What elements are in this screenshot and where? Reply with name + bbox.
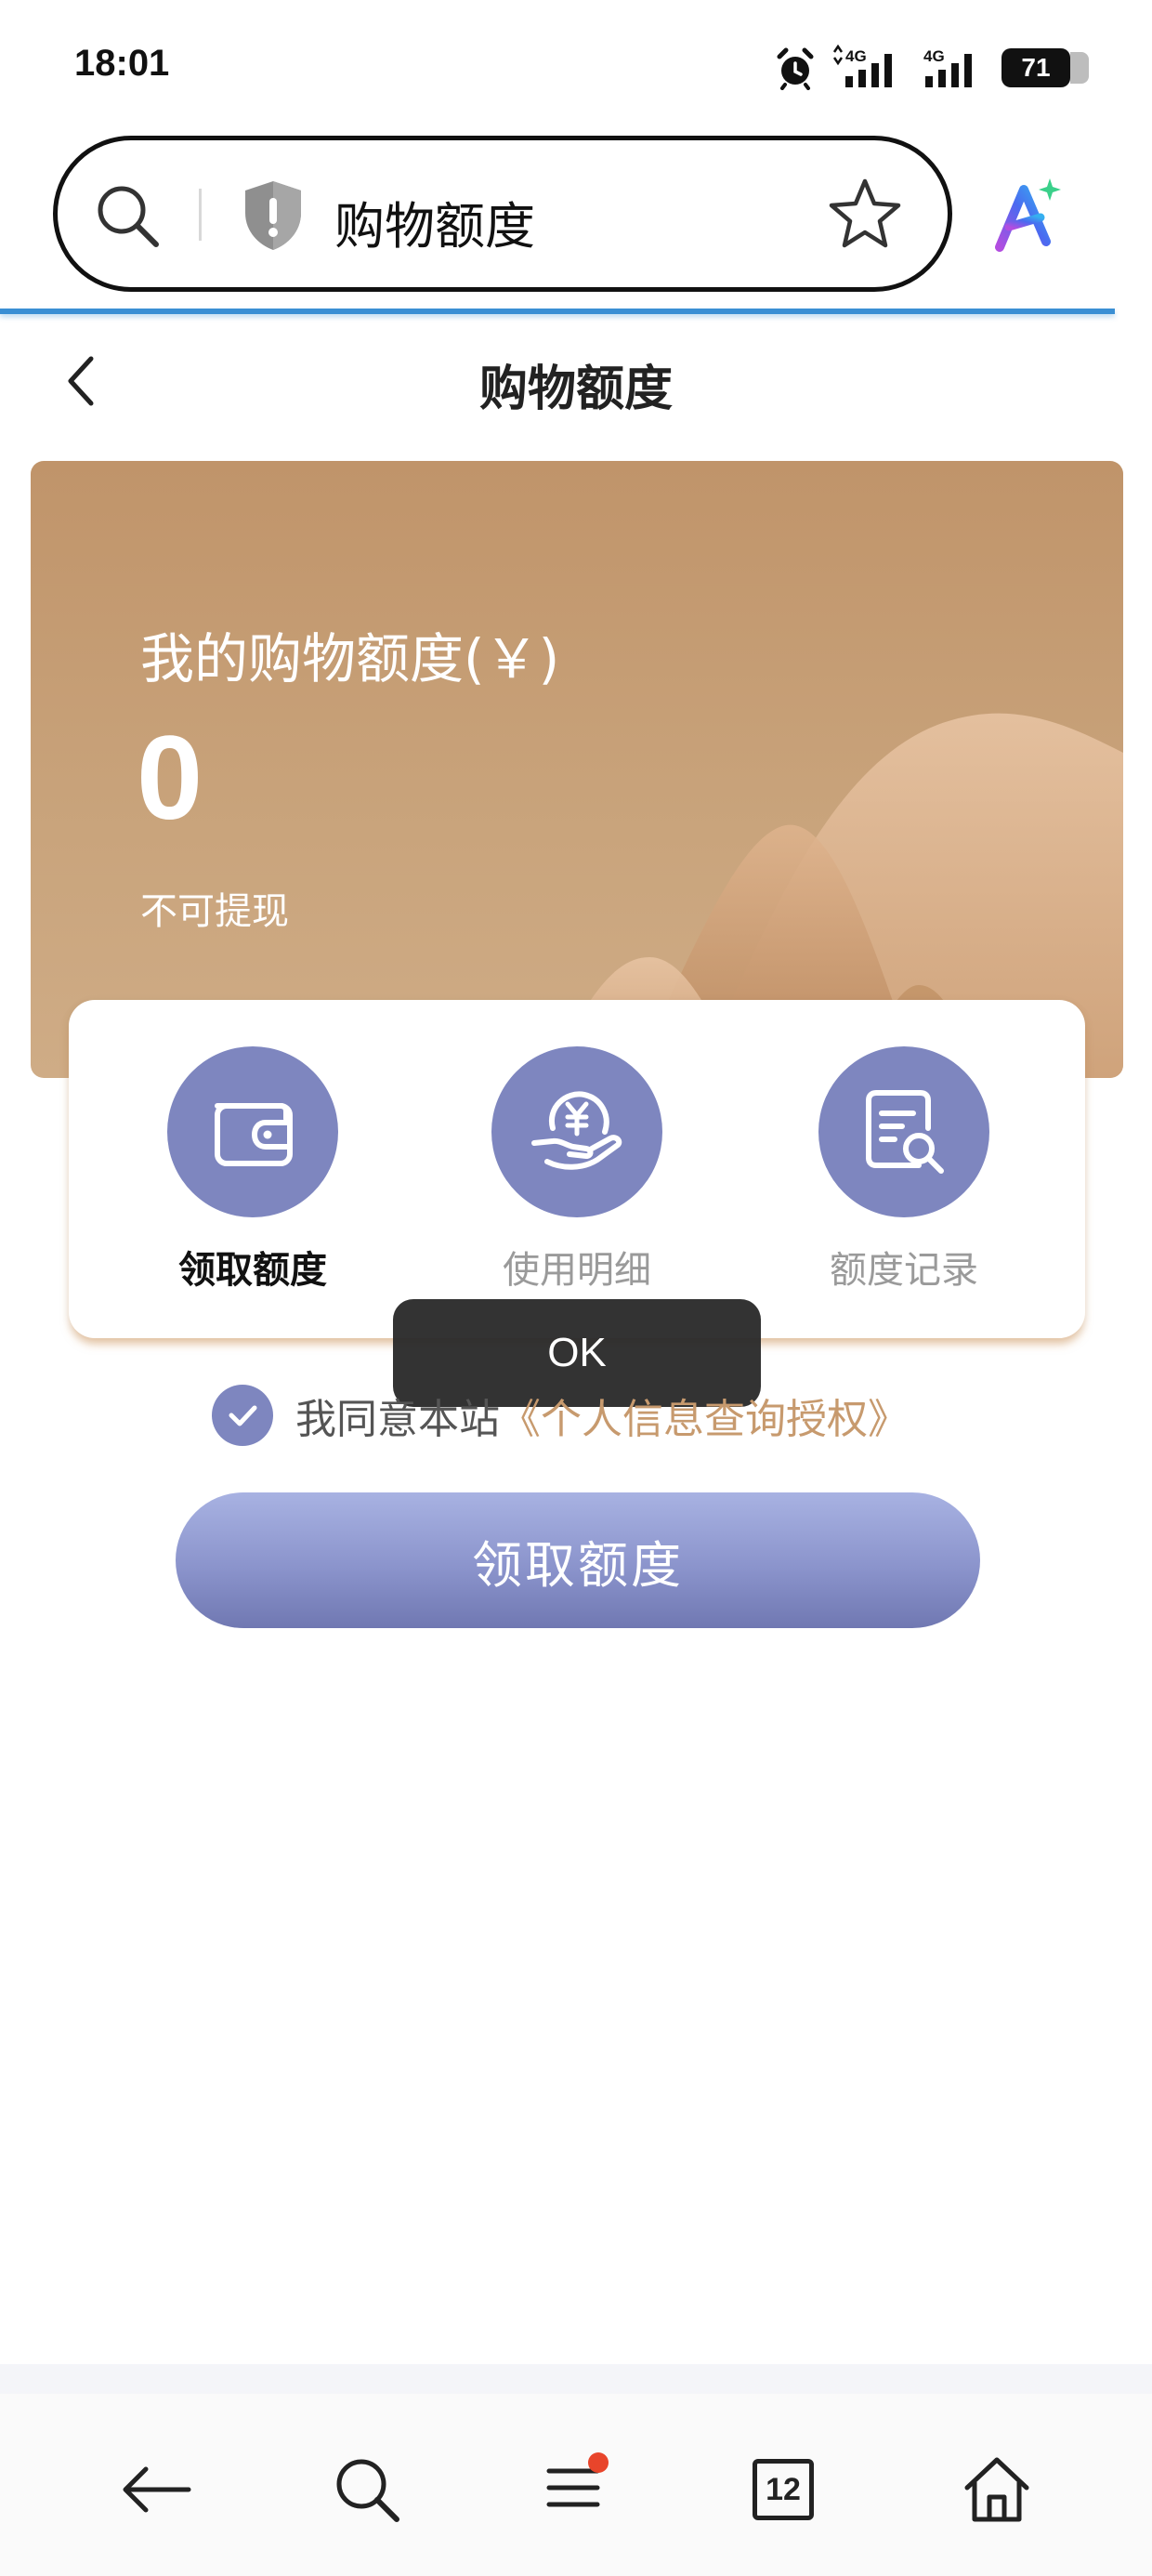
actions-card: 领取额度 使用明细 额度记录 xyxy=(69,1000,1085,1338)
address-bar[interactable]: 购物额度 xyxy=(53,136,952,292)
wallet-icon xyxy=(215,1103,293,1166)
agreement-text: 我同意本站 xyxy=(295,1396,500,1443)
tabs-icon: 12 xyxy=(753,2459,814,2520)
checkmark-icon xyxy=(229,1405,257,1426)
quota-banner: 我的购物额度(￥) 0 不可提现 xyxy=(31,461,1123,1078)
shield-warning-icon[interactable] xyxy=(240,177,307,252)
search-icon xyxy=(336,2459,399,2522)
agreement-row: 我同意本站 《个人信息查询授权》 xyxy=(212,1383,909,1448)
action-quota-records[interactable]: 额度记录 xyxy=(792,1046,1015,1294)
address-text[interactable]: 购物额度 xyxy=(334,185,535,258)
notification-dot xyxy=(588,2452,609,2473)
url-progress-line xyxy=(0,309,1115,314)
agreement-checkbox[interactable] xyxy=(212,1385,273,1446)
action-label[interactable]: 使用明细 xyxy=(465,1240,688,1294)
claim-quota-button[interactable]: 领取额度 xyxy=(176,1492,980,1628)
action-label[interactable]: 额度记录 xyxy=(792,1240,1015,1294)
yuan-hand-icon xyxy=(531,1091,622,1170)
battery-level: 71 xyxy=(1001,48,1089,87)
nav-menu-button[interactable] xyxy=(531,2448,615,2531)
agreement-link[interactable]: 《个人信息查询授权》 xyxy=(500,1386,909,1445)
star-icon[interactable] xyxy=(827,176,903,252)
document-search-icon xyxy=(866,1090,944,1174)
page-title: 购物额度 xyxy=(478,361,673,417)
home-icon xyxy=(964,2457,1029,2522)
alarm-icon xyxy=(777,47,814,90)
action-claim-quota[interactable]: 领取额度 xyxy=(141,1046,364,1294)
action-usage-details[interactable]: 使用明细 xyxy=(465,1046,688,1294)
network-label-2: 4G xyxy=(923,47,945,65)
bottom-navigation: 12 xyxy=(0,2394,1152,2576)
action-icon-circle[interactable] xyxy=(491,1046,662,1217)
battery-icon: 71 xyxy=(1001,48,1089,87)
quota-note: 不可提现 xyxy=(140,890,289,933)
nav-separator xyxy=(0,2364,1152,2394)
nav-home-button[interactable] xyxy=(955,2448,1039,2531)
action-icon-circle[interactable] xyxy=(167,1046,338,1217)
search-icon[interactable] xyxy=(91,179,165,254)
address-divider xyxy=(199,189,202,241)
nav-back-button[interactable] xyxy=(115,2448,199,2531)
ai-assistant-icon[interactable] xyxy=(988,175,1070,256)
network-label-1: 4G xyxy=(845,47,867,65)
action-label[interactable]: 领取额度 xyxy=(141,1240,364,1294)
signal-icon: 4G xyxy=(832,45,892,87)
status-time: 18:01 xyxy=(74,43,170,84)
nav-tabs-button[interactable]: 12 xyxy=(741,2448,825,2531)
status-icons: 4G 4G 71 xyxy=(773,45,1089,91)
signal-icon: 4G xyxy=(923,47,972,87)
quota-value: 0 xyxy=(137,712,203,845)
action-icon-circle[interactable] xyxy=(818,1046,989,1217)
status-bar: 18:01 4G 4G 71 xyxy=(0,0,1152,130)
quota-label: 我的购物额度(￥) xyxy=(140,627,560,690)
nav-search-button[interactable] xyxy=(325,2448,409,2531)
back-arrow-icon xyxy=(123,2466,191,2513)
